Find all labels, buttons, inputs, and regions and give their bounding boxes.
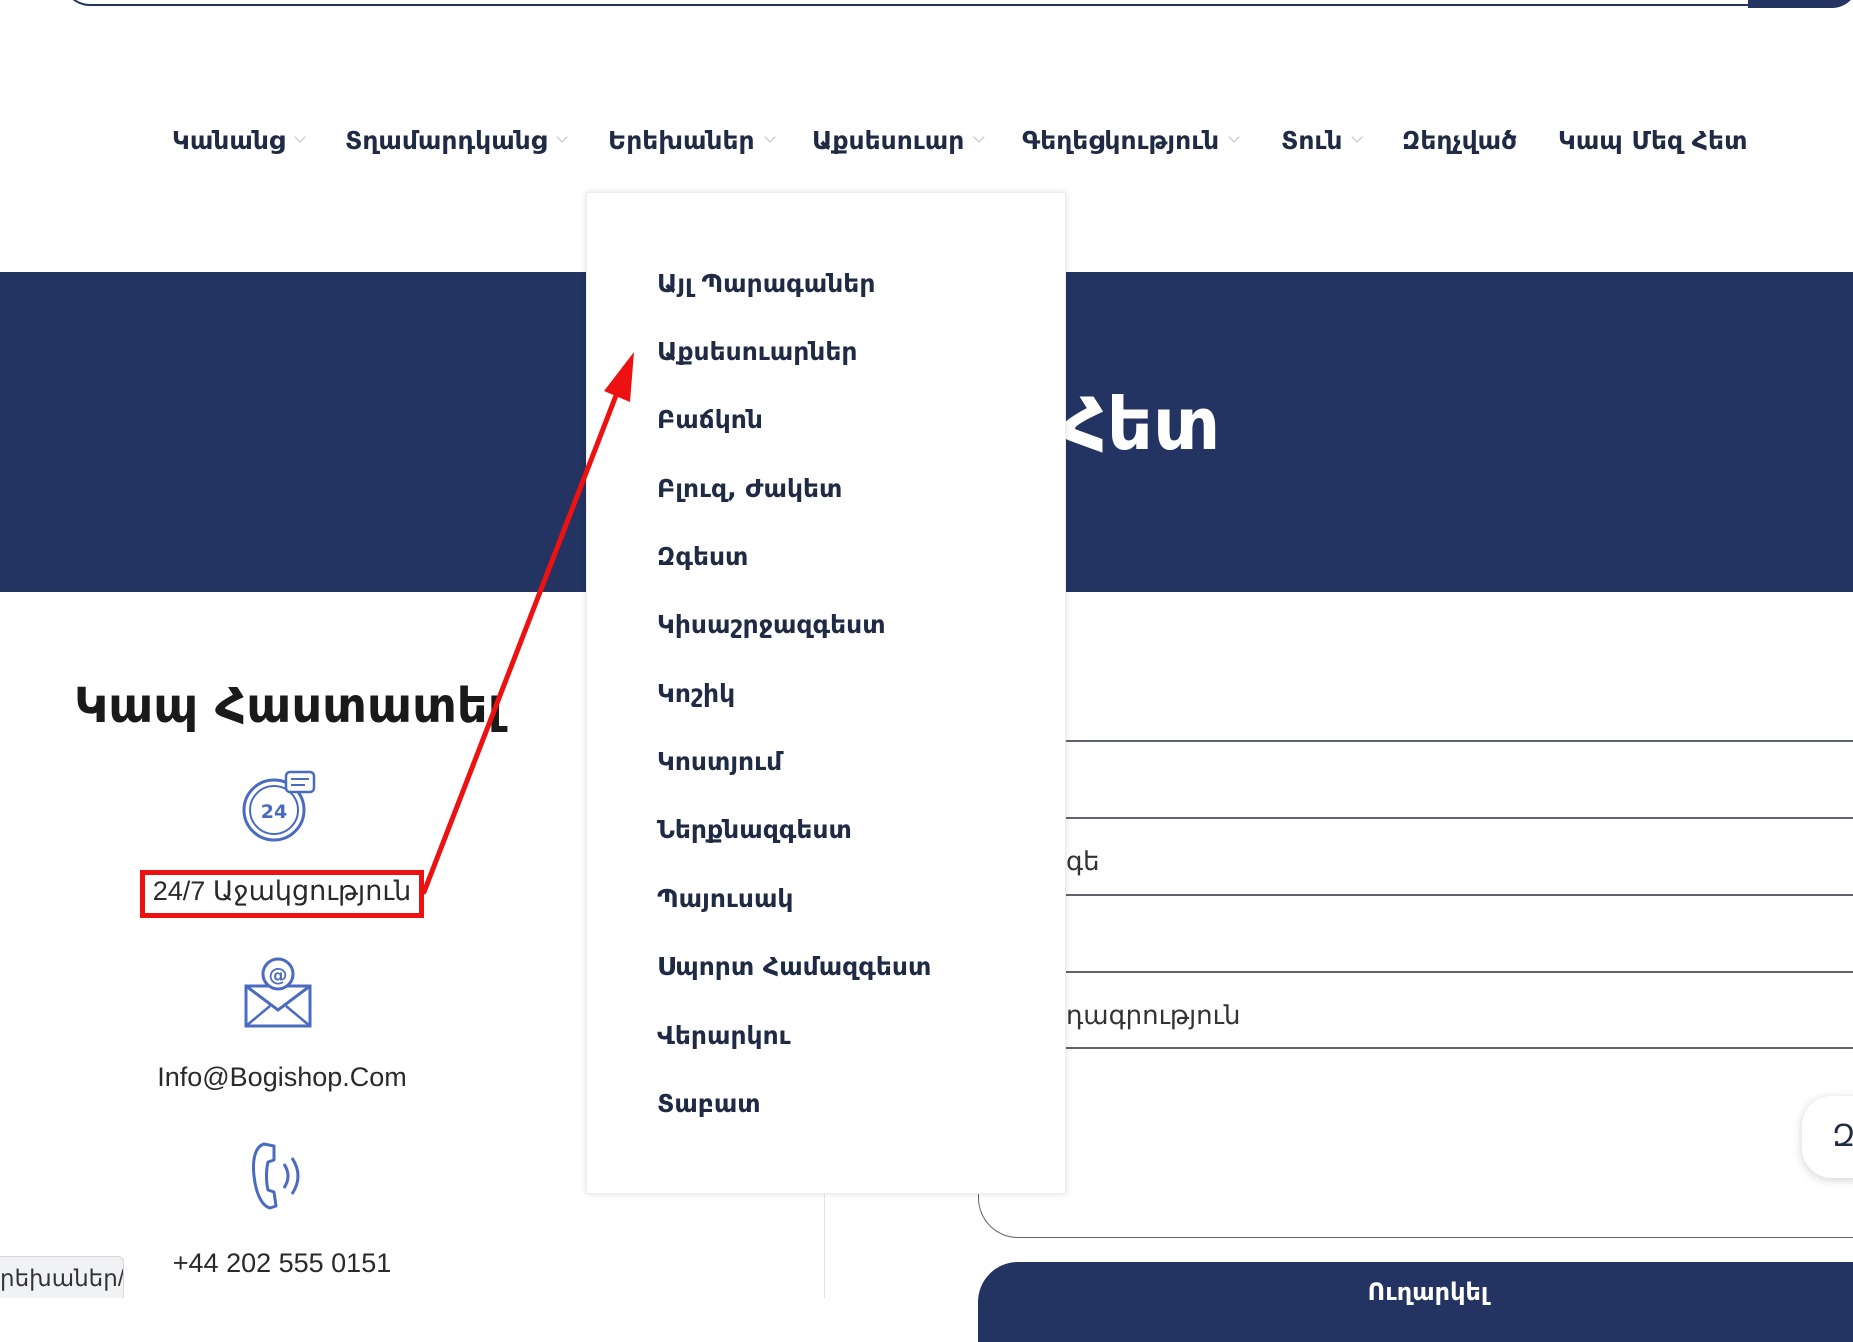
- svg-text:24: 24: [261, 801, 287, 823]
- email-icon: @: [238, 952, 318, 1032]
- dropdown-item[interactable]: Կոստյում: [657, 747, 782, 776]
- nav-item-label: Կանանց: [172, 125, 285, 155]
- form-field-line[interactable]: [1066, 971, 1853, 973]
- phone-icon: [238, 1136, 318, 1216]
- dropdown-item[interactable]: Կոշիկ: [657, 679, 735, 708]
- dropdown-item[interactable]: Կիսաշրջազգեստ: [657, 610, 886, 639]
- nav-item-label: Աքսեսուար: [812, 125, 965, 155]
- dropdown-item[interactable]: Բաճկոն: [657, 405, 763, 434]
- message-textarea[interactable]: [978, 1086, 1853, 1238]
- dropdown-item[interactable]: Բլուզ, Ժակետ: [657, 474, 842, 503]
- chevron-down-icon: [1351, 131, 1364, 143]
- chevron-down-icon: [294, 131, 306, 143]
- chevron-down-icon: [556, 131, 568, 143]
- phone-text[interactable]: +44 202 555 0151: [120, 1248, 444, 1279]
- submit-button[interactable]: Ուղարկել: [978, 1262, 1853, 1342]
- nav-item-label: Գեղեցկություն: [1022, 125, 1220, 155]
- nav-item-contact[interactable]: Կապ Մեզ Հետ: [1558, 112, 1747, 168]
- nav-item-men[interactable]: Տղամարդկանց: [345, 112, 568, 168]
- nav-item-label: Զեղչված: [1402, 125, 1518, 155]
- form-field-line[interactable]: [1066, 1047, 1853, 1049]
- nav-item-kids[interactable]: Երեխաներ: [608, 112, 776, 168]
- chevron-down-icon: [1228, 131, 1240, 143]
- nav-item-label: Կապ Մեզ Հետ: [1558, 125, 1748, 155]
- chevron-down-icon: [973, 131, 985, 143]
- search-button[interactable]: [1748, 0, 1853, 8]
- form-field-line[interactable]: [1066, 894, 1853, 896]
- dropdown-item[interactable]: Սպորտ Համազգեստ: [657, 952, 931, 981]
- dropdown-item[interactable]: Պայուսակ: [657, 884, 794, 913]
- nav-item-sale[interactable]: Զեղչված: [1402, 112, 1517, 168]
- search-bar[interactable]: [62, 0, 1852, 6]
- dropdown-item[interactable]: Տաբատ: [657, 1089, 761, 1118]
- status-bar-url: րեխաներ/: [0, 1256, 124, 1298]
- form-field-placeholder: գե: [1066, 846, 1100, 876]
- dropdown-item[interactable]: Վերարկու: [657, 1021, 791, 1050]
- dropdown-item[interactable]: Ներքնազգեստ: [657, 815, 852, 844]
- nav-item-beauty[interactable]: Գեղեցկություն: [1022, 112, 1240, 168]
- chevron-down-icon: [763, 131, 776, 143]
- nav-item-label: Երեխաներ: [608, 125, 755, 155]
- support-24-icon: 24: [238, 768, 318, 848]
- dropdown-item[interactable]: Զգեստ: [657, 542, 748, 571]
- nav-item-women[interactable]: Կանանց: [172, 112, 306, 168]
- annotation-highlight-box: [140, 870, 424, 918]
- nav-item-label: Տուն: [1281, 125, 1343, 155]
- page-title: Հետ: [1060, 382, 1221, 466]
- dropdown-item[interactable]: Այլ Պարագաներ: [657, 269, 875, 298]
- nav-item-label: Տղամարդկանց: [345, 125, 547, 155]
- nav-item-accessories[interactable]: Աքսեսուար: [812, 112, 985, 168]
- form-field-line[interactable]: [1066, 817, 1853, 819]
- svg-text:@: @: [269, 964, 288, 986]
- form-field-line[interactable]: [1066, 740, 1853, 742]
- main-nav: Կանանց Տղամարդկանց Երեխաներ Աքսեսուար Գե…: [0, 112, 1853, 168]
- dropdown-item[interactable]: Աքսեսուարներ: [657, 337, 857, 366]
- email-text[interactable]: Info@Bogishop.Com: [120, 1062, 444, 1093]
- nav-item-home[interactable]: Տուն: [1281, 112, 1364, 168]
- chat-widget-button[interactable]: Զ: [1802, 1096, 1853, 1178]
- kids-dropdown-menu: Այլ Պարագաներ Աքսեսուարներ Բաճկոն Բլուզ,…: [586, 192, 1066, 1194]
- form-field-placeholder: դագրություն: [1066, 1000, 1241, 1030]
- contact-heading: Կապ Հաստատել: [74, 678, 503, 734]
